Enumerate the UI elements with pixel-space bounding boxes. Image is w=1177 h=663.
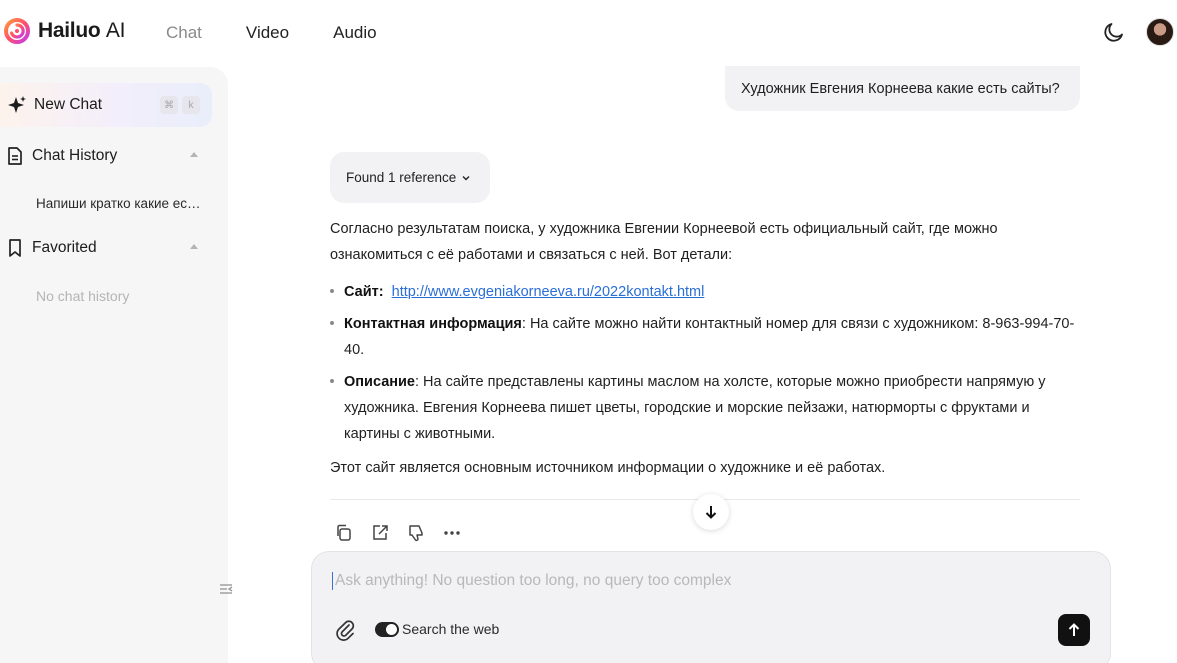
favorited-empty-text: No chat history (36, 288, 130, 304)
favorited-toggle[interactable]: Favorited (6, 236, 202, 260)
top-bar: Hailuo AI Chat Video Audio (0, 0, 1177, 66)
document-icon (8, 147, 22, 165)
hailuo-logo-icon (4, 18, 30, 44)
sidebar: New Chat ⌘ k Chat History Напиши кратко … (0, 67, 233, 663)
nav-audio[interactable]: Audio (333, 23, 376, 43)
toggle-knob (386, 624, 397, 635)
arrow-up-icon (1068, 623, 1080, 636)
chat-history-label: Chat History (32, 147, 118, 164)
chevron-down-icon (462, 175, 470, 180)
message-input[interactable] (332, 572, 1072, 590)
bullet-title: Сайт: (344, 284, 384, 300)
moon-icon[interactable] (1102, 20, 1126, 44)
answer-list: Сайт: http://www.evgeniakorneeva.ru/2022… (330, 279, 1082, 447)
shortcut-key-cmd: ⌘ (160, 96, 178, 114)
nav-chat[interactable]: Chat (166, 23, 202, 43)
new-chat-button[interactable]: New Chat ⌘ k (0, 83, 212, 127)
caret-up-icon (190, 152, 198, 157)
bookmark-icon (9, 239, 21, 257)
list-item: Описание: На сайте представлены картины … (330, 369, 1082, 447)
caret-up-icon (190, 244, 198, 249)
send-button[interactable] (1058, 614, 1090, 646)
arrow-down-icon (705, 506, 717, 519)
search-web-toggle[interactable] (375, 622, 399, 637)
bullet-title: Контактная информация (344, 316, 522, 332)
main-nav: Chat Video Audio (166, 23, 421, 43)
chat-history-item[interactable]: Напиши кратко какие есть сайты у Художни… (36, 196, 206, 211)
brand-name: Hailuo AI (38, 19, 126, 42)
list-item: Контактная информация: На сайте можно на… (330, 311, 1082, 363)
sparkle-icon (8, 96, 26, 113)
scroll-down-button[interactable] (693, 494, 729, 530)
chat-history-toggle[interactable]: Chat History (6, 144, 202, 168)
avatar[interactable] (1146, 18, 1174, 46)
list-item: Сайт: http://www.evgeniakorneeva.ru/2022… (330, 279, 1082, 305)
answer-conclusion: Этот сайт является основным источником и… (330, 460, 886, 476)
message-composer: Search the web (311, 551, 1111, 663)
more-icon[interactable] (442, 523, 462, 543)
user-message: Художник Евгения Корнеева какие есть сай… (725, 66, 1080, 111)
new-chat-label: New Chat (34, 96, 103, 113)
brand-logo[interactable]: Hailuo AI (4, 18, 125, 44)
message-actions (334, 523, 478, 543)
search-web-label: Search the web (402, 621, 500, 637)
thumbs-down-icon[interactable] (406, 523, 426, 543)
assistant-answer: Согласно результатам поиска, у художника… (330, 216, 1082, 481)
site-link[interactable]: http://www.evgeniakorneeva.ru/2022kontak… (392, 284, 705, 300)
copy-icon[interactable] (334, 523, 354, 543)
paperclip-icon[interactable] (334, 618, 356, 642)
bullet-text: : На сайте представлены картины маслом н… (344, 374, 1046, 442)
references-button[interactable]: Found 1 reference (330, 152, 490, 203)
favorited-label: Favorited (32, 239, 97, 256)
answer-intro: Согласно результатам поиска, у художника… (330, 221, 998, 263)
nav-video[interactable]: Video (246, 23, 289, 43)
share-icon[interactable] (370, 523, 390, 543)
bullet-title: Описание (344, 374, 415, 390)
references-label: Found 1 reference (346, 170, 457, 185)
shortcut-key-k: k (182, 96, 200, 114)
